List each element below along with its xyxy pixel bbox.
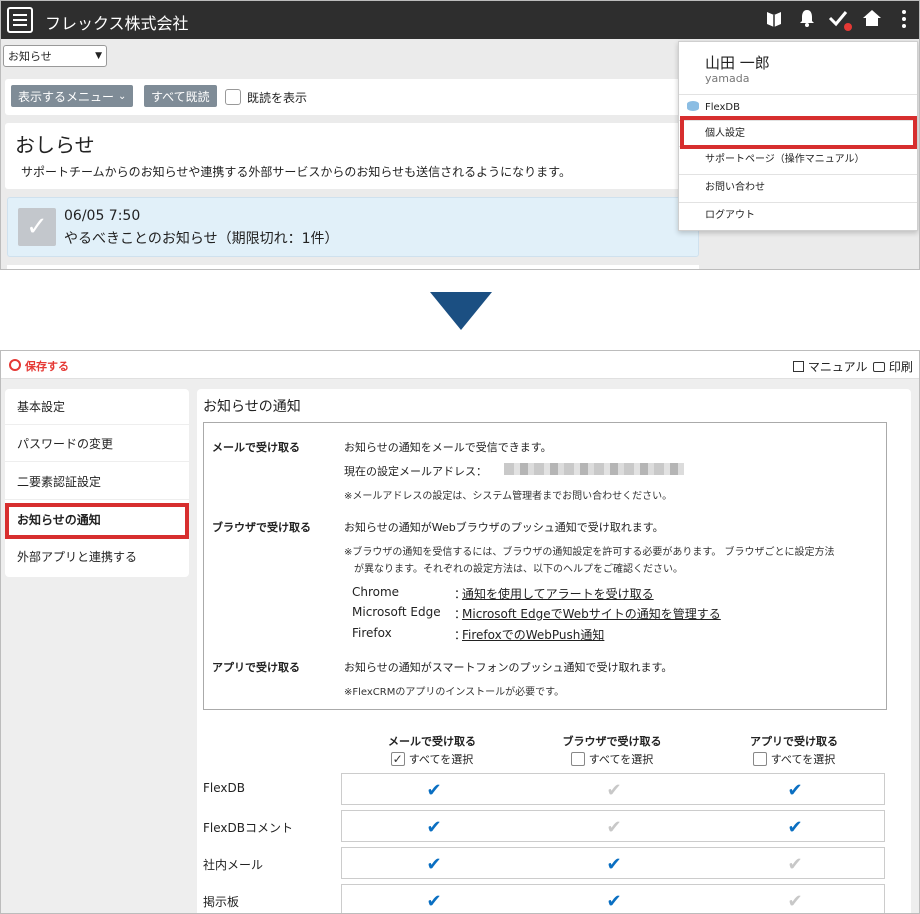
browser-name: Chrome (352, 585, 400, 599)
manual-link[interactable]: マニュアル (793, 358, 867, 375)
browser-section-note: が異なります。それぞれの設定方法は、以下のヘルプをご確認ください。 (354, 564, 683, 575)
column-header-app: アプリで受け取る (750, 735, 838, 748)
menu-item-contact[interactable]: お問い合わせ (679, 174, 917, 200)
sidebar-item-two-factor[interactable]: 二要素認証設定 (5, 464, 189, 500)
notification-info-box: メールで受け取る お知らせの通知をメールで受信できます。 現在の設定メールアドレ… (203, 422, 887, 710)
notice-select-value: お知らせ (8, 50, 52, 63)
mail-section-label: メールで受け取る (212, 441, 300, 454)
row-label: FlexDBコメント (203, 821, 293, 835)
top-bar: フレックス株式会社 (1, 1, 919, 39)
circle-icon (9, 359, 21, 371)
checkmark-icon[interactable]: ✔ (785, 854, 805, 875)
bookmark-icon[interactable] (763, 9, 785, 31)
browser-name: Microsoft Edge (352, 605, 441, 619)
checkmark-icon[interactable]: ✔ (604, 780, 624, 801)
checkmark-icon[interactable]: ✔ (424, 854, 444, 875)
page-title: お知らせの通知 (203, 399, 301, 415)
sidebar-item-basic-settings[interactable]: 基本設定 (5, 389, 189, 425)
home-icon[interactable] (861, 9, 883, 31)
top-screenshot: フレックス株式会社 お知らせ ▼ 表示するメニュー ⌄ すべて既読 既読を表示 … (0, 0, 920, 270)
chrome-help-link[interactable]: 通知を使用してアラートを受け取る (462, 585, 654, 602)
print-link[interactable]: 印刷 (873, 358, 913, 375)
browser-section-note: ※ブラウザの通知を受信するには、ブラウザの通知設定を許可する必要があります。 ブ… (344, 547, 835, 558)
list-item (7, 265, 699, 269)
bottom-screenshot: 保存する マニュアル 印刷 基本設定 パスワードの変更 二要素認証設定 お知らせ… (0, 350, 920, 914)
down-arrow-icon (430, 292, 492, 334)
notice-toolbar: 表示するメニュー ⌄ すべて既読 既読を表示 (5, 79, 699, 115)
checkmark-icon[interactable]: ✔ (785, 780, 805, 801)
sidebar-item-password[interactable]: パスワードの変更 (5, 426, 189, 462)
table-row: ✔ ✔ ✔ (341, 773, 885, 805)
todo-title: やるべきことのお知らせ（期限切れ：1件） (64, 231, 339, 247)
hamburger-icon[interactable] (7, 7, 33, 33)
select-all-mail[interactable]: ✓ すべてを選択 (347, 751, 517, 767)
app-section-label: アプリで受け取る (212, 661, 300, 674)
sidebar-item-external-apps[interactable]: 外部アプリと連携する (5, 539, 189, 575)
browser-name: Firefox (352, 626, 392, 640)
todo-notice-card[interactable]: ✓ 06/05 7:50 やるべきことのお知らせ（期限切れ：1件） (7, 197, 699, 257)
display-menu-button[interactable]: 表示するメニュー ⌄ (11, 85, 134, 107)
checkmark-icon[interactable]: ✔ (604, 854, 624, 875)
select-all-checkbox[interactable] (570, 752, 585, 766)
mark-all-read-button[interactable]: すべて既読 (144, 85, 217, 107)
printer-icon (873, 362, 885, 372)
check-icon[interactable]: ✓ (18, 208, 56, 246)
app-section-text: お知らせの通知がスマートフォンのプッシュ通知で受け取れます。 (344, 661, 673, 674)
highlight-outline (5, 503, 189, 539)
menu-user-name: 山田 一郎 (705, 54, 770, 72)
row-label: 社内メール (203, 858, 264, 872)
table-row: ✔ ✔ ✔ (341, 847, 885, 879)
browser-section-text: お知らせの通知がWebブラウザのプッシュ通知で受け取れます。 (344, 521, 664, 534)
checkmark-icon[interactable]: ✔ (424, 817, 444, 838)
checkmark-icon[interactable]: ✔ (785, 817, 805, 838)
checkmark-icon[interactable]: ✔ (604, 817, 624, 838)
mail-section-note: ※メールアドレスの設定は、システム管理者までお問い合わせください。 (344, 491, 673, 502)
bell-icon[interactable] (796, 9, 818, 31)
browser-section-label: ブラウザで受け取る (212, 521, 311, 534)
column-header-browser: ブラウザで受け取る (562, 735, 662, 748)
checkmark-icon[interactable]: ✔ (604, 891, 624, 912)
row-label: 掲示板 (203, 895, 240, 909)
notice-description: サポートチームからのお知らせや連携する外部サービスからのお知らせも送信されるよう… (21, 165, 571, 179)
chevron-down-icon: ▼ (95, 51, 102, 61)
action-bar: 保存する マニュアル 印刷 (1, 351, 919, 379)
email-address-blurred (504, 463, 684, 475)
table-row: ✔ ✔ ✔ (341, 884, 885, 913)
company-name: フレックス株式会社 (45, 14, 189, 33)
notification-settings-panel: お知らせの通知 メールで受け取る お知らせの通知をメールで受信できます。 現在の… (197, 389, 911, 913)
column-header-mail: メールで受け取る (388, 735, 476, 748)
show-read-checkbox[interactable] (225, 89, 241, 105)
app-section-note: ※FlexCRMのアプリのインストールが必要です。 (344, 687, 565, 698)
checkmark-icon[interactable]: ✔ (424, 891, 444, 912)
checkmark-icon[interactable]: ✔ (424, 780, 444, 801)
select-all-browser[interactable]: すべてを選択 (527, 751, 697, 767)
notice-title: おしらせ (15, 133, 95, 157)
book-icon (793, 361, 804, 372)
row-label: FlexDB (203, 781, 245, 795)
kebab-icon[interactable] (893, 9, 915, 31)
chevron-down-icon: ⌄ (118, 90, 127, 102)
save-button[interactable]: 保存する (25, 358, 69, 374)
edge-help-link[interactable]: Microsoft EdgeでWebサイトの通知を管理する (462, 605, 721, 622)
todo-date: 06/05 7:50 (64, 208, 141, 224)
notice-select[interactable]: お知らせ ▼ (3, 45, 107, 67)
select-all-checkbox[interactable] (752, 752, 767, 766)
show-read-label: 既読を表示 (247, 91, 308, 105)
badge-dot (844, 23, 852, 31)
mail-address-label: 現在の設定メールアドレス： (344, 465, 487, 478)
highlight-outline (680, 116, 917, 149)
firefox-help-link[interactable]: FirefoxでのWebPush通知 (462, 626, 604, 643)
menu-item-logout[interactable]: ログアウト (679, 202, 917, 228)
checkmark-icon[interactable]: ✔ (785, 891, 805, 912)
select-all-app[interactable]: すべてを選択 (709, 751, 879, 767)
notice-card: おしらせ サポートチームからのお知らせや連携する外部サービスからのお知らせも送信… (5, 123, 699, 189)
mail-section-text: お知らせの通知をメールで受信できます。 (344, 441, 552, 454)
menu-item-support-page[interactable]: サポートページ（操作マニュアル） (679, 146, 917, 172)
table-row: ✔ ✔ ✔ (341, 810, 885, 842)
select-all-checkbox[interactable]: ✓ (390, 752, 405, 766)
menu-user-id: yamada (705, 72, 750, 85)
settings-sidebar: 基本設定 パスワードの変更 二要素認証設定 お知らせの通知 外部アプリと連携する (5, 389, 189, 577)
